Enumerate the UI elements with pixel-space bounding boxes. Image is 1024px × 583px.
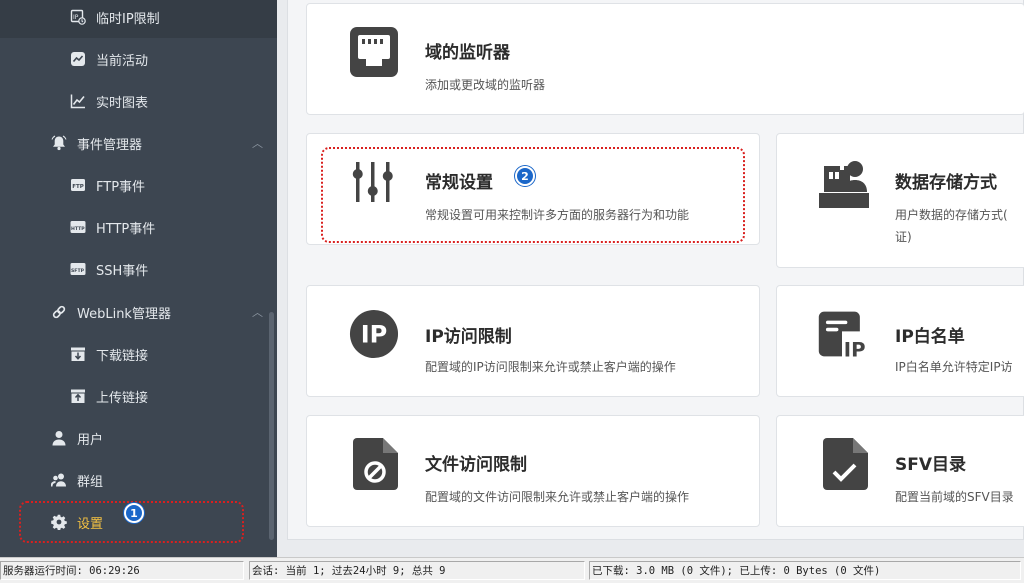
svg-text:HTTP: HTTP [71,226,85,232]
svg-text:IP: IP [361,321,388,349]
card-title: SFV目录 [895,455,967,475]
card-ip-whitelist[interactable]: IP IP白名单 IP白名单允许特定IP访 [776,285,1024,397]
sidebar-item-label: 上传链接 [96,390,149,406]
sidebar-item-label: 群组 [77,474,104,490]
card-description: 配置域的IP访问限制来允许或禁止客户端的操作 [425,360,676,374]
status-uptime: 服务器运行时间: 06:29:26 [0,561,244,580]
card-domain-listener[interactable]: 域的监听器 添加或更改域的监听器 [306,3,1024,115]
sidebar-item-label: SSH事件 [96,263,149,279]
activity-icon [70,51,86,67]
settings-panel: 域的监听器 添加或更改域的监听器 常规设置 常规设置可用来控制许多方面的服务器行… [287,0,1024,540]
file-check-icon [821,438,871,490]
http-icon: HTTP [70,219,86,235]
sidebar-item-realtime-chart[interactable]: 实时图表 [70,80,148,122]
sidebar-item-upload-links[interactable]: 上传链接 [70,375,148,417]
card-description-line1: 用户数据的存储方式( [895,208,1008,222]
general-settings-highlight-box [321,147,745,243]
card-description-line2: 证) [895,230,912,244]
card-title: 域的监听器 [425,43,510,63]
network-port-icon [349,26,399,78]
user-icon [51,430,67,446]
card-title: IP访问限制 [425,327,512,347]
ip-whitelist-icon: IP [817,308,867,361]
chevron-up-icon[interactable]: ︿ [252,135,263,151]
sidebar-item-label: WebLink管理器 [77,306,171,322]
chevron-up-icon[interactable]: ︿ [252,304,263,320]
card-title: IP白名单 [895,327,965,347]
main-content: 域的监听器 添加或更改域的监听器 常规设置 常规设置可用来控制许多方面的服务器行… [277,0,1024,557]
card-title: 数据存储方式 [895,173,997,193]
sidebar-item-http-events[interactable]: HTTP HTTP事件 [70,206,155,248]
status-transfer: 已下载: 3.0 MB (0 文件); 已上传: 0 Bytes (0 文件) [589,561,1021,580]
download-link-icon [70,346,86,362]
sidebar-item-label: 下载链接 [96,348,149,364]
sidebar-item-weblink-manager[interactable]: WebLink管理器 ︿ [51,291,263,333]
bell-icon [51,135,67,151]
group-icon [51,472,67,488]
card-description: 添加或更改域的监听器 [425,78,546,92]
sidebar-item-current-activity[interactable]: 当前活动 [70,38,148,80]
svg-text:IP: IP [73,14,79,21]
svg-text:IP: IP [844,338,866,361]
sidebar-item-label: FTP事件 [96,179,146,195]
card-title: 文件访问限制 [425,455,527,475]
card-file-access-limit[interactable]: 文件访问限制 配置域的文件访问限制来允许或禁止客户端的操作 [306,415,760,527]
sidebar-item-groups[interactable]: 群组 [51,459,103,501]
sidebar-item-event-manager[interactable]: 事件管理器 ︿ [51,122,263,164]
card-sfv-directory[interactable]: SFV目录 配置当前域的SFV目录 [776,415,1024,527]
sidebar-item-ssh-events[interactable]: SFTP SSH事件 [70,248,148,290]
upload-link-icon [70,388,86,404]
svg-text:FTP: FTP [72,184,84,190]
svg-text:SFTP: SFTP [71,268,85,274]
sidebar-item-label: 用户 [77,432,104,448]
card-description: 配置当前域的SFV目录 [895,490,1014,504]
ip-limit-icon: IP [70,9,86,25]
sidebar-scrollbar[interactable] [269,312,274,540]
sidebar-item-temp-ip-limit[interactable]: IP 临时IP限制 [70,0,160,38]
sftp-icon: SFTP [70,261,86,277]
link-icon [51,304,67,320]
user-storage-icon [819,156,869,208]
ftp-icon: FTP [70,177,86,193]
step-badge-2: 2 [515,166,535,186]
card-data-storage[interactable]: 数据存储方式 用户数据的存储方式( 证) [776,133,1024,268]
card-ip-access-limit[interactable]: IP IP访问限制 配置域的IP访问限制来允许或禁止客户端的操作 [306,285,760,397]
sidebar-item-users[interactable]: 用户 [51,417,103,459]
ip-circle-icon: IP [349,308,399,360]
sidebar-item-download-links[interactable]: 下载链接 [70,333,148,375]
card-description: IP白名单允许特定IP访 [895,360,1013,374]
chart-icon [70,93,86,109]
sidebar: IP 临时IP限制 当前活动 实时图表 事件管理器 ︿ FTP FTP事件 HT… [0,0,277,557]
card-description: 配置域的文件访问限制来允许或禁止客户端的操作 [425,490,690,504]
file-block-icon [351,438,401,490]
sidebar-item-label: 事件管理器 [77,137,143,153]
sidebar-item-label: 实时图表 [96,95,149,111]
status-sessions: 会话: 当前 1; 过去24小时 9; 总共 9 [249,561,585,580]
status-bar: 服务器运行时间: 06:29:26 会话: 当前 1; 过去24小时 9; 总共… [0,557,1024,583]
step-badge-1: 1 [124,503,144,523]
sidebar-item-ftp-events[interactable]: FTP FTP事件 [70,164,145,206]
sidebar-item-label: HTTP事件 [96,221,156,237]
sidebar-item-label: 临时IP限制 [96,11,160,27]
sidebar-item-label: 当前活动 [96,53,149,69]
